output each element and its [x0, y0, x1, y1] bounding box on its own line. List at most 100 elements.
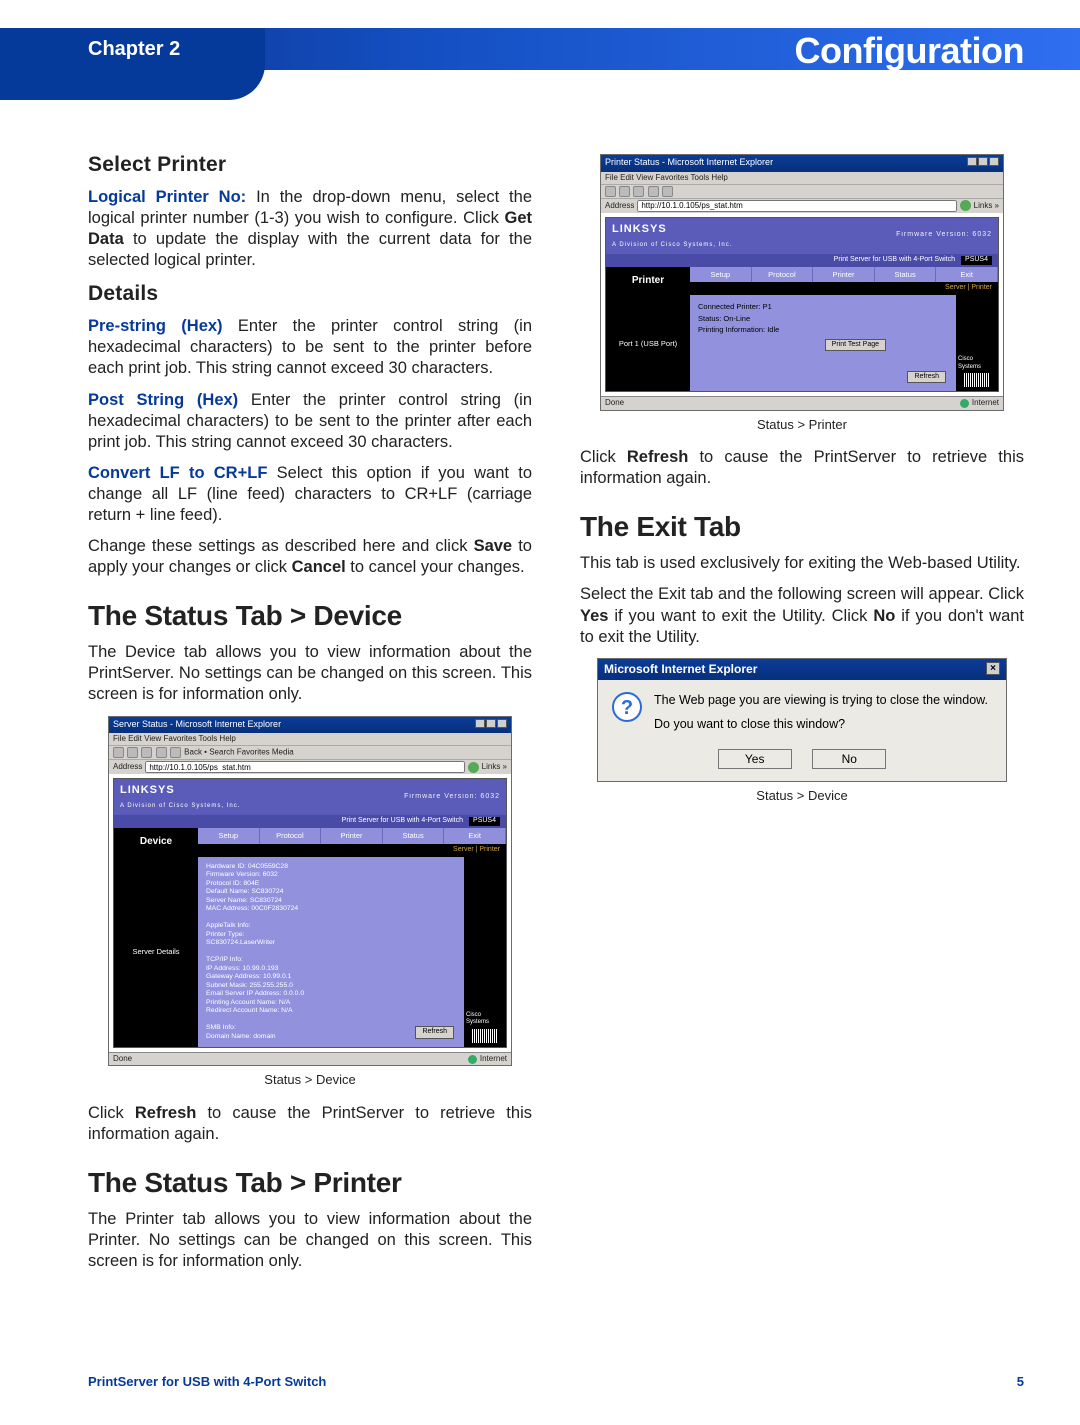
address-bar-2: Address Links »	[601, 199, 1003, 213]
dialog-body: ? The Web page you are viewing is trying…	[598, 680, 1006, 748]
window-statusbar-2: Done Internet	[601, 396, 1003, 409]
max-icon[interactable]	[978, 157, 988, 166]
min-icon[interactable]	[475, 719, 485, 728]
sub-tabs[interactable]: Server | Printer	[198, 844, 506, 857]
home-icon[interactable]	[170, 747, 181, 758]
para-refresh-device: Click Refresh to cause the PrintServer t…	[88, 1103, 532, 1145]
linksys-header-2: LINKSYS A Division of Cisco Systems, Inc…	[606, 218, 998, 254]
window-menubar-2[interactable]: File Edit View Favorites Tools Help	[601, 172, 1003, 184]
refresh-icon[interactable]	[648, 186, 659, 197]
no-button[interactable]: No	[812, 749, 886, 769]
para-exit-2: Select the Exit tab and the following sc…	[580, 584, 1024, 647]
window-body: LINKSYS A Division of Cisco Systems, Inc…	[109, 774, 511, 1052]
sub-tabs-2[interactable]: Server | Printer	[690, 282, 998, 295]
yes-button[interactable]: Yes	[718, 749, 792, 769]
bold-refresh-1: Refresh	[135, 1104, 196, 1122]
window-titlebar: Server Status - Microsoft Internet Explo…	[109, 717, 511, 734]
tab-setup[interactable]: Setup	[198, 828, 260, 844]
refresh-button-2[interactable]: Refresh	[907, 371, 946, 384]
server-details-main: Hardware ID: 04C0559C28Firmware Version:…	[198, 857, 464, 1047]
tab-status[interactable]: Status	[383, 828, 445, 844]
home-icon[interactable]	[662, 186, 673, 197]
linksys-header: LINKSYS A Division of Cisco Systems, Inc…	[114, 779, 506, 815]
close-icon[interactable]	[989, 157, 999, 166]
tab-printer[interactable]: Printer	[321, 828, 383, 844]
linksys-brand-2: LINKSYS	[612, 223, 667, 235]
window-title-2: Printer Status - Microsoft Internet Expl…	[605, 157, 773, 170]
tab-row-2: Printer Setup Protocol Printer Status Ex…	[606, 267, 998, 296]
panel-body-2: Port 1 (USB Port) Connected Printer: P1S…	[606, 295, 998, 391]
model-bar: Print Server for USB with 4-Port Switch …	[114, 815, 506, 828]
window-control-buttons	[474, 719, 507, 732]
tab-protocol[interactable]: Protocol	[260, 828, 322, 844]
refresh-icon[interactable]	[156, 747, 167, 758]
tab-printer[interactable]: Printer	[813, 267, 875, 283]
content-columns: Select Printer Logical Printer No: In th…	[88, 148, 1024, 1338]
figcaption-status-device: Status > Device	[88, 1072, 532, 1089]
address-input-2[interactable]	[637, 200, 956, 212]
linksys-panel: LINKSYS A Division of Cisco Systems, Inc…	[113, 778, 507, 1048]
address-label-2: Address	[605, 201, 634, 211]
term-logical-printer-no: Logical Printer No:	[88, 188, 246, 206]
print-test-page-button[interactable]: Print Test Page	[825, 339, 886, 352]
para-convert-lf: Convert LF to CR+LF Select this option i…	[88, 463, 532, 526]
linksys-panel-2: LINKSYS A Division of Cisco Systems, Inc…	[605, 217, 999, 393]
window-toolbar-2[interactable]	[601, 184, 1003, 199]
model-code-2: PSUS4	[961, 256, 992, 265]
forward-icon[interactable]	[619, 186, 630, 197]
address-label: Address	[113, 762, 142, 772]
dialog-text-2: Do you want to close this window?	[654, 716, 988, 732]
stop-icon[interactable]	[141, 747, 152, 758]
tab-setup[interactable]: Setup	[690, 267, 752, 283]
tab-protocol[interactable]: Protocol	[752, 267, 814, 283]
go-icon[interactable]	[960, 200, 971, 211]
window-body-2: LINKSYS A Division of Cisco Systems, Inc…	[601, 213, 1003, 397]
address-input[interactable]	[145, 761, 464, 773]
window-printer-status: Printer Status - Microsoft Internet Expl…	[600, 154, 1004, 411]
forward-icon[interactable]	[127, 747, 138, 758]
dialog-title: Microsoft Internet Explorer	[604, 662, 757, 677]
dialog-buttons: Yes No	[598, 748, 1006, 781]
back-icon[interactable]	[113, 747, 124, 758]
tab-exit[interactable]: Exit	[444, 828, 506, 844]
heading-details: Details	[88, 281, 532, 308]
figure-status-printer: Printer Status - Microsoft Internet Expl…	[580, 154, 1024, 411]
address-bar: Address Links »	[109, 760, 511, 774]
heading-exit-tab: The Exit Tab	[580, 509, 1024, 545]
window-toolbar[interactable]: Back • Search Favorites Media	[109, 745, 511, 760]
heading-status-device: The Status Tab > Device	[88, 598, 532, 634]
status-done-2: Done	[605, 398, 624, 408]
cisco-label-2: Cisco Systems	[958, 356, 996, 371]
dialog-titlebar: Microsoft Internet Explorer ×	[598, 659, 1006, 680]
term-convert-lf: Convert LF to CR+LF	[88, 464, 267, 482]
min-icon[interactable]	[967, 157, 977, 166]
close-icon[interactable]	[497, 719, 507, 728]
globe-icon	[468, 1055, 477, 1064]
window-titlebar-2: Printer Status - Microsoft Internet Expl…	[601, 155, 1003, 172]
go-icon[interactable]	[468, 762, 479, 773]
window-control-buttons-2	[966, 157, 999, 170]
back-icon[interactable]	[605, 186, 616, 197]
question-icon: ?	[612, 692, 642, 722]
model-label-2: Print Server for USB with 4-Port Switch	[834, 256, 955, 265]
term-poststring: Post String (Hex)	[88, 391, 238, 409]
tab-row: Device Setup Protocol Printer Status Exi…	[114, 828, 506, 857]
bold-yes: Yes	[580, 607, 608, 625]
max-icon[interactable]	[486, 719, 496, 728]
figcaption-status-printer: Status > Printer	[580, 417, 1024, 434]
heading-status-printer: The Status Tab > Printer	[88, 1165, 532, 1201]
footer-page-number: 5	[1017, 1374, 1024, 1389]
figure-exit-dialog: Microsoft Internet Explorer × ? The Web …	[580, 658, 1024, 782]
para-status-printer: The Printer tab allows you to view infor…	[88, 1209, 532, 1272]
links-label[interactable]: Links »	[482, 762, 507, 772]
refresh-button[interactable]: Refresh	[415, 1026, 454, 1039]
printer-details-main: Connected Printer: P1Status: On-LinePrin…	[690, 295, 956, 391]
stop-icon[interactable]	[633, 186, 644, 197]
links-label-2[interactable]: Links »	[974, 201, 999, 211]
tab-exit[interactable]: Exit	[936, 267, 998, 283]
dialog-close-icon[interactable]: ×	[986, 662, 1000, 675]
cisco-label: Cisco Systems	[466, 1012, 504, 1027]
window-menubar[interactable]: File Edit View Favorites Tools Help	[109, 733, 511, 745]
window-title: Server Status - Microsoft Internet Explo…	[113, 719, 281, 732]
tab-status[interactable]: Status	[875, 267, 937, 283]
